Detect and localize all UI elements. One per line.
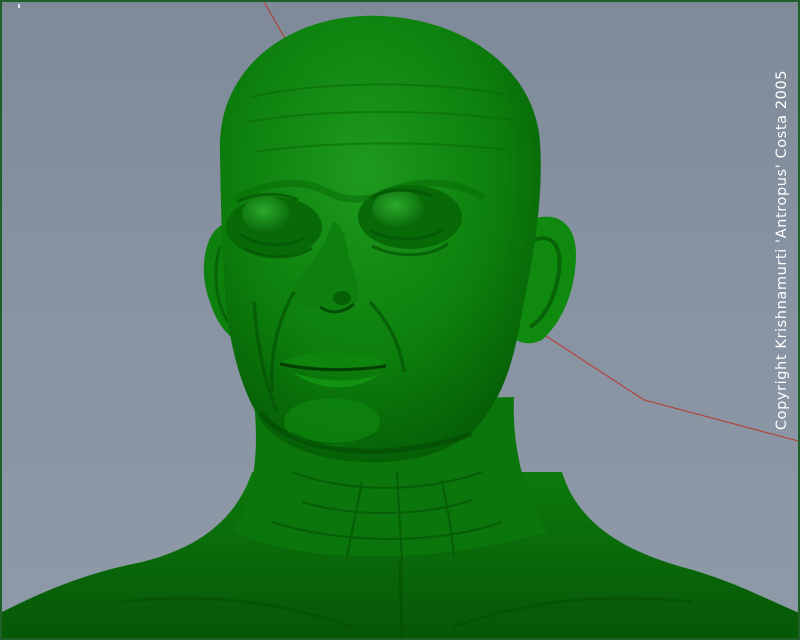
nostril — [333, 291, 351, 305]
left-eyeball — [242, 196, 290, 232]
right-eyeball — [372, 190, 424, 228]
3d-viewport[interactable]: Copyright Krishnamurti 'Antropus' Costa … — [0, 0, 800, 640]
sculpt-scene — [2, 2, 798, 638]
copyright-watermark: Copyright Krishnamurti 'Antropus' Costa … — [774, 69, 790, 431]
